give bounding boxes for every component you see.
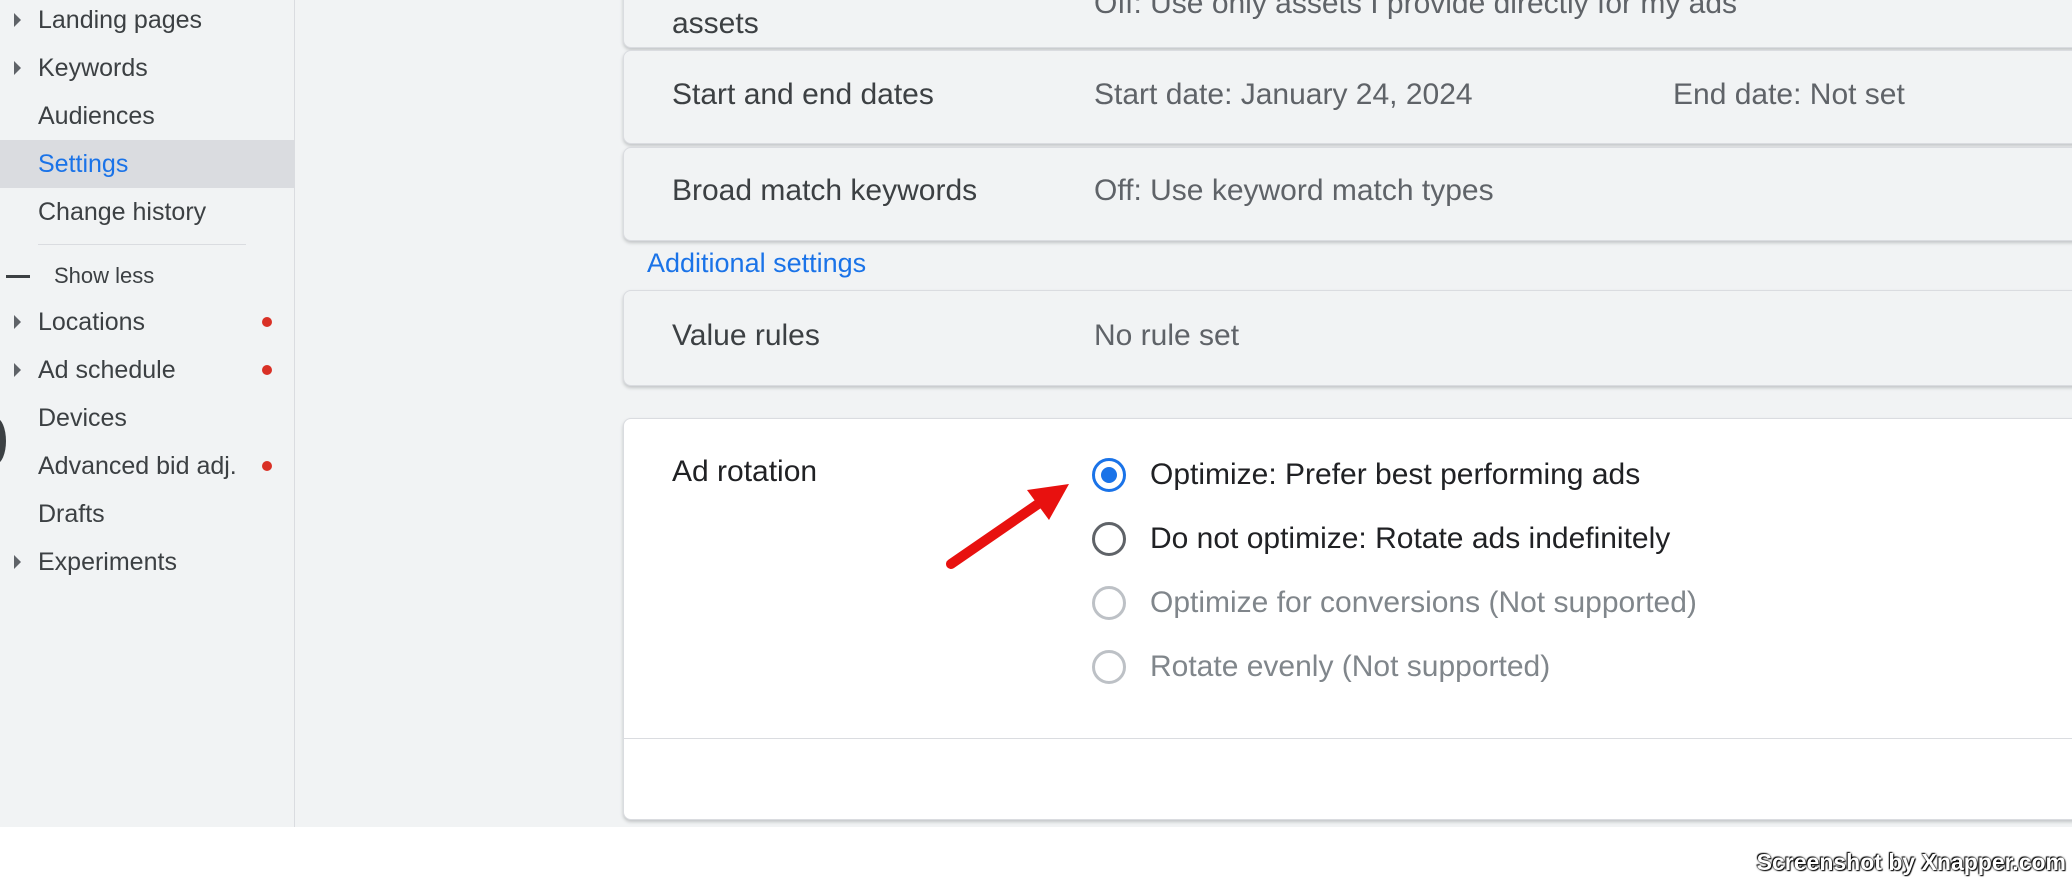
- caret-right-icon: [14, 61, 21, 75]
- radio-option-label: Optimize: Prefer best performing ads: [1150, 458, 1641, 491]
- sidebar-item-label: Devices: [38, 403, 127, 432]
- sidebar-item-drafts[interactable]: Drafts: [0, 490, 294, 538]
- start-date-value: Start date: January 24, 2024: [1094, 78, 1473, 111]
- sidebar-item-label: Audiences: [38, 101, 155, 130]
- sidebar-item-locations[interactable]: Locations: [0, 298, 294, 346]
- sidebar-item-label: Settings: [38, 149, 129, 178]
- caret-right-icon: [14, 13, 21, 27]
- setting-title: Start and end dates: [672, 78, 934, 111]
- radio-option-do-not-optimize[interactable]: Do not optimize: Rotate ads indefinitely: [1092, 517, 1670, 561]
- end-date-value: End date: Not set: [1673, 78, 1905, 111]
- alert-dot-icon: [262, 365, 272, 375]
- panel-divider: [624, 738, 2072, 739]
- setting-title: Value rules: [672, 319, 820, 352]
- sidebar-item-label: Ad schedule: [38, 355, 176, 384]
- caret-right-icon: [14, 363, 21, 377]
- sidebar-item-devices[interactable]: Devices: [0, 394, 294, 442]
- sidebar-item-label: Locations: [38, 307, 146, 336]
- watermark-text: Screenshot by Xnapper.com: [1756, 849, 2066, 875]
- radio-option-label: Do not optimize: Rotate ads indefinitely: [1150, 522, 1671, 555]
- setting-title: assets: [672, 7, 759, 40]
- radio-disabled-icon: [1092, 650, 1126, 684]
- sidebar-divider: [38, 244, 246, 245]
- annotation-arrow-icon: [946, 484, 1069, 569]
- additional-settings-link[interactable]: Additional settings: [647, 248, 866, 279]
- radio-option-rotate-evenly: Rotate evenly (Not supported): [1092, 645, 1550, 689]
- radio-option-label: Rotate evenly (Not supported): [1150, 650, 1551, 683]
- sidebar-item-keywords[interactable]: Keywords: [0, 44, 294, 92]
- sidebar-item-experiments[interactable]: Experiments: [0, 538, 294, 586]
- sidebar-item-landing-pages[interactable]: Landing pages: [0, 0, 294, 44]
- setting-value: No rule set: [1094, 319, 1240, 352]
- alert-dot-icon: [262, 317, 272, 327]
- ad-rotation-title: Ad rotation: [672, 455, 818, 488]
- setting-value: Off: Use keyword match types: [1094, 174, 1494, 207]
- sidebar-item-ad-schedule[interactable]: Ad schedule: [0, 346, 294, 394]
- setting-value: Off: Use only assets I provide directly …: [1094, 0, 1738, 20]
- sidebar-item-label: Experiments: [38, 547, 177, 576]
- sidebar-item-label: Keywords: [38, 53, 148, 82]
- sidebar-item-label: Advanced bid adj.: [38, 451, 237, 480]
- show-less-label: Show less: [54, 263, 155, 288]
- caret-right-icon: [14, 555, 21, 569]
- sidebar-item-settings[interactable]: Settings: [0, 140, 294, 188]
- sidebar-item-audiences[interactable]: Audiences: [0, 92, 294, 140]
- show-less-toggle[interactable]: Show less: [0, 258, 294, 294]
- collapse-dash-icon: [6, 275, 30, 278]
- sidebar-item-label: Drafts: [38, 499, 105, 528]
- radio-option-optimize-conversions: Optimize for conversions (Not supported): [1092, 581, 1697, 625]
- sidebar-item-label: Landing pages: [38, 5, 203, 34]
- ad-rotation-panel: Ad rotation Optimize: Prefer best perfor…: [623, 418, 2072, 820]
- sidebar-item-change-history[interactable]: Change history: [0, 188, 294, 236]
- radio-checked-icon[interactable]: [1092, 458, 1126, 492]
- bottom-strip: Screenshot by Xnapper.com: [0, 827, 2072, 878]
- alert-dot-icon: [262, 461, 272, 471]
- radio-disabled-icon: [1092, 586, 1126, 620]
- radio-option-optimize[interactable]: Optimize: Prefer best performing ads: [1092, 453, 1640, 497]
- start-end-dates-row[interactable]: Start and end dates Start date: January …: [623, 50, 2072, 144]
- setting-title: Broad match keywords: [672, 174, 978, 207]
- caret-right-icon: [14, 315, 21, 329]
- radio-option-label: Optimize for conversions (Not supported): [1150, 586, 1697, 619]
- radio-unchecked-icon[interactable]: [1092, 522, 1126, 556]
- broad-match-keywords-row[interactable]: Broad match keywords Off: Use keyword ma…: [623, 147, 2072, 241]
- sidebar-item-advanced-bid-adj[interactable]: Advanced bid adj.: [0, 442, 294, 490]
- value-rules-row[interactable]: Value rules No rule set: [623, 290, 2072, 386]
- sidebar-item-label: Change history: [38, 197, 207, 226]
- assets-setting-row[interactable]: assets Off: Use only assets I provide di…: [623, 0, 2072, 48]
- sidebar-nav: Landing pages Keywords Audiences Setting…: [0, 0, 295, 827]
